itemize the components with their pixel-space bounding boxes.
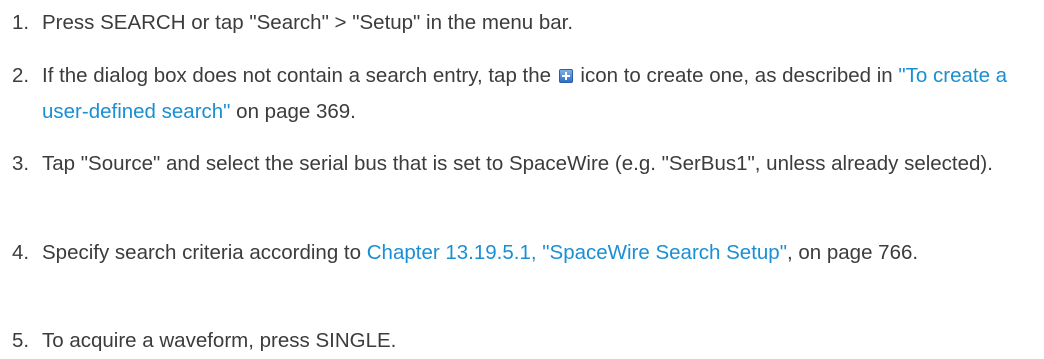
step-text-part: If the dialog box does not contain a sea… — [42, 64, 557, 87]
step-text: To acquire a waveform, press SINGLE. — [42, 329, 397, 352]
add-plus-icon — [558, 69, 573, 83]
step-text: Specify search criteria according to Cha… — [42, 235, 1032, 271]
step-text-part: on page 369. — [230, 100, 356, 123]
step-text-part: icon to create one, as described in — [574, 64, 899, 87]
step-text: If the dialog box does not contain a sea… — [42, 58, 1032, 130]
step-text: Press SEARCH or tap "Search" > "Setup" i… — [42, 11, 574, 34]
step-text-part: Specify search criteria according to — [42, 241, 367, 264]
step-text-part: , on page 766. — [786, 241, 919, 264]
step-text: Tap "Source" and select the serial bus t… — [42, 152, 993, 175]
link-spacewire-search-setup[interactable]: Chapter 13.19.5.1, "SpaceWire Search Set… — [367, 241, 787, 264]
